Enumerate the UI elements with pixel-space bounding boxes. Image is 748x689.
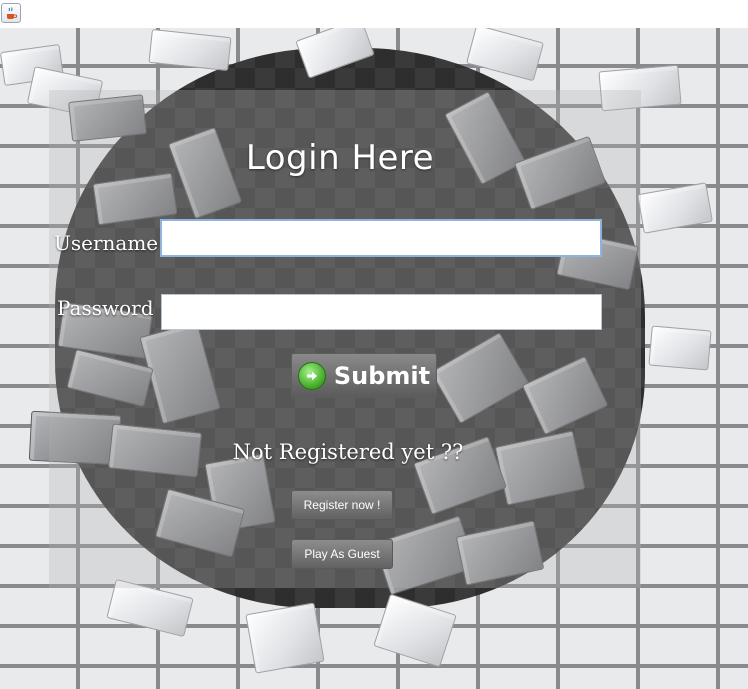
play-as-guest-button[interactable]: Play As Guest — [291, 539, 393, 569]
submit-label: Submit — [333, 361, 431, 390]
password-input[interactable] — [161, 294, 602, 330]
password-label: Password — [57, 296, 154, 320]
window-titlebar — [0, 0, 748, 28]
green-arrow-icon — [297, 361, 326, 390]
not-registered-prompt: Not Registered yet ?? — [232, 440, 464, 464]
play-as-guest-label: Play As Guest — [304, 547, 380, 561]
register-now-label: Register now ! — [303, 498, 381, 512]
login-title: Login Here — [245, 138, 435, 178]
username-label: Username — [54, 231, 159, 255]
submit-button[interactable]: Submit — [291, 353, 437, 398]
username-input[interactable] — [160, 219, 602, 257]
brick — [245, 602, 325, 674]
register-now-button[interactable]: Register now ! — [291, 490, 393, 520]
brick — [648, 325, 712, 371]
java-coffee-cup-icon[interactable] — [1, 3, 21, 23]
